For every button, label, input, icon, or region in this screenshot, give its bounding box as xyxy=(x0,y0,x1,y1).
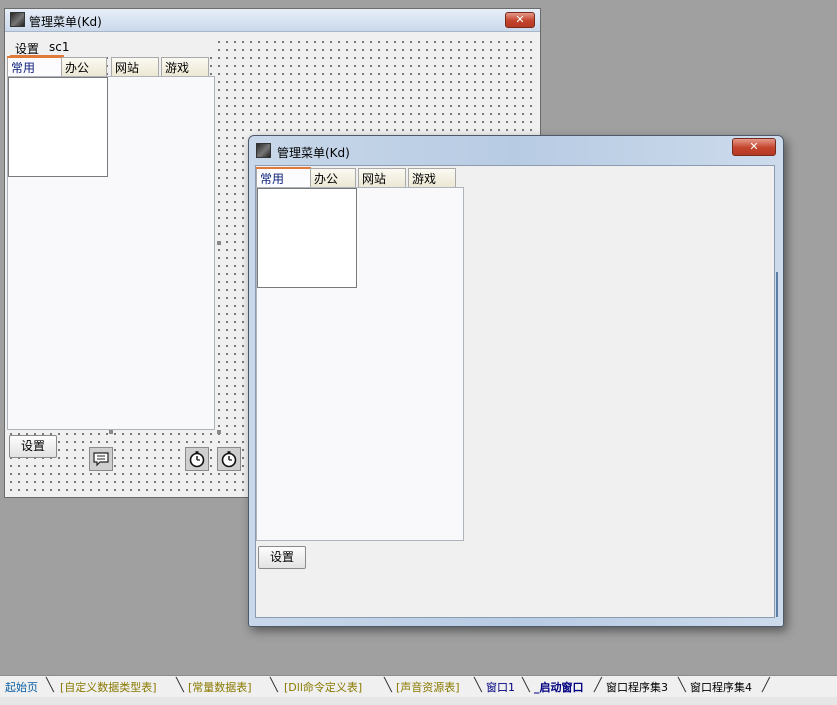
window-edge-marker xyxy=(776,272,778,617)
doc-tab-start[interactable]: 起始页 xyxy=(5,679,38,695)
designer-tab-panel xyxy=(7,76,215,430)
document-tab-bar: 起始页 ╲ [自定义数据类型表] ╲ [常量数据表] ╲ [Dll命令定义表] … xyxy=(0,675,837,698)
doc-tab-dll[interactable]: [Dll命令定义表] xyxy=(284,679,362,695)
designer-menubar: 设置 sc1 xyxy=(7,39,217,57)
tab-separator-icon: ╲ xyxy=(270,678,278,693)
runtime-tab-strip: 常用 办公 网站 游戏 xyxy=(256,167,466,188)
doc-tab-constants[interactable]: [常量数据表] xyxy=(188,679,252,695)
designer-tab-strip: 常用 办公 网站 游戏 xyxy=(7,56,217,77)
resize-handle[interactable] xyxy=(217,241,221,245)
runtime-close-button[interactable]: ✕ xyxy=(732,138,776,156)
tab-website[interactable]: 网站 xyxy=(358,168,406,187)
doc-tab-assembly4[interactable]: 窗口程序集4 xyxy=(690,679,752,695)
menu-sc1[interactable]: sc1 xyxy=(49,40,69,54)
runtime-tab-panel xyxy=(256,187,464,541)
tab-separator-icon: ╲ xyxy=(678,678,686,693)
stopwatch-icon[interactable] xyxy=(217,447,241,471)
runtime-window[interactable]: 管理菜单(Kd) ✕ 常用 办公 网站 游戏 设置 xyxy=(248,135,784,627)
status-strip xyxy=(0,697,837,705)
doc-tab-sound[interactable]: [声音资源表] xyxy=(396,679,460,695)
runtime-listbox[interactable] xyxy=(257,188,357,288)
doc-tab-assembly3[interactable]: 窗口程序集3 xyxy=(606,679,668,695)
tab-games[interactable]: 游戏 xyxy=(161,57,209,76)
designer-title: 管理菜单(Kd) xyxy=(29,15,102,29)
tab-separator-icon: ╱ xyxy=(594,678,602,693)
doc-tab-window1[interactable]: 窗口1 xyxy=(486,679,515,695)
designer-title-bar[interactable]: 管理菜单(Kd) ✕ xyxy=(5,9,540,32)
tab-office[interactable]: 办公 xyxy=(310,168,356,187)
app-icon xyxy=(10,12,25,27)
app-icon xyxy=(256,143,271,158)
tab-games[interactable]: 游戏 xyxy=(408,168,456,187)
tab-separator-icon: ╲ xyxy=(384,678,392,693)
runtime-title: 管理菜单(Kd) xyxy=(277,146,350,160)
runtime-client-area: 常用 办公 网站 游戏 设置 xyxy=(255,165,775,618)
tab-separator-icon: ╲ xyxy=(522,678,530,693)
tab-office[interactable]: 办公 xyxy=(61,57,107,76)
stopwatch-icon[interactable] xyxy=(185,447,209,471)
runtime-settings-button[interactable]: 设置 xyxy=(258,546,306,569)
tab-separator-icon: ╲ xyxy=(474,678,482,693)
resize-handle[interactable] xyxy=(217,430,221,434)
chat-bubble-icon[interactable] xyxy=(89,447,113,471)
doc-tab-startup-window[interactable]: _启动窗口 xyxy=(534,679,584,695)
tab-common[interactable]: 常用 xyxy=(256,167,311,187)
tab-website[interactable]: 网站 xyxy=(111,57,159,76)
designer-listbox[interactable] xyxy=(8,77,108,177)
tab-separator-icon: ╱ xyxy=(762,678,770,693)
designer-settings-button[interactable]: 设置 xyxy=(9,435,57,458)
designer-close-button[interactable]: ✕ xyxy=(505,12,535,28)
tab-separator-icon: ╲ xyxy=(176,678,184,693)
tab-separator-icon: ╲ xyxy=(46,678,54,693)
resize-handle[interactable] xyxy=(109,430,113,434)
tab-common[interactable]: 常用 xyxy=(7,56,62,76)
doc-tab-types[interactable]: [自定义数据类型表] xyxy=(60,679,157,695)
